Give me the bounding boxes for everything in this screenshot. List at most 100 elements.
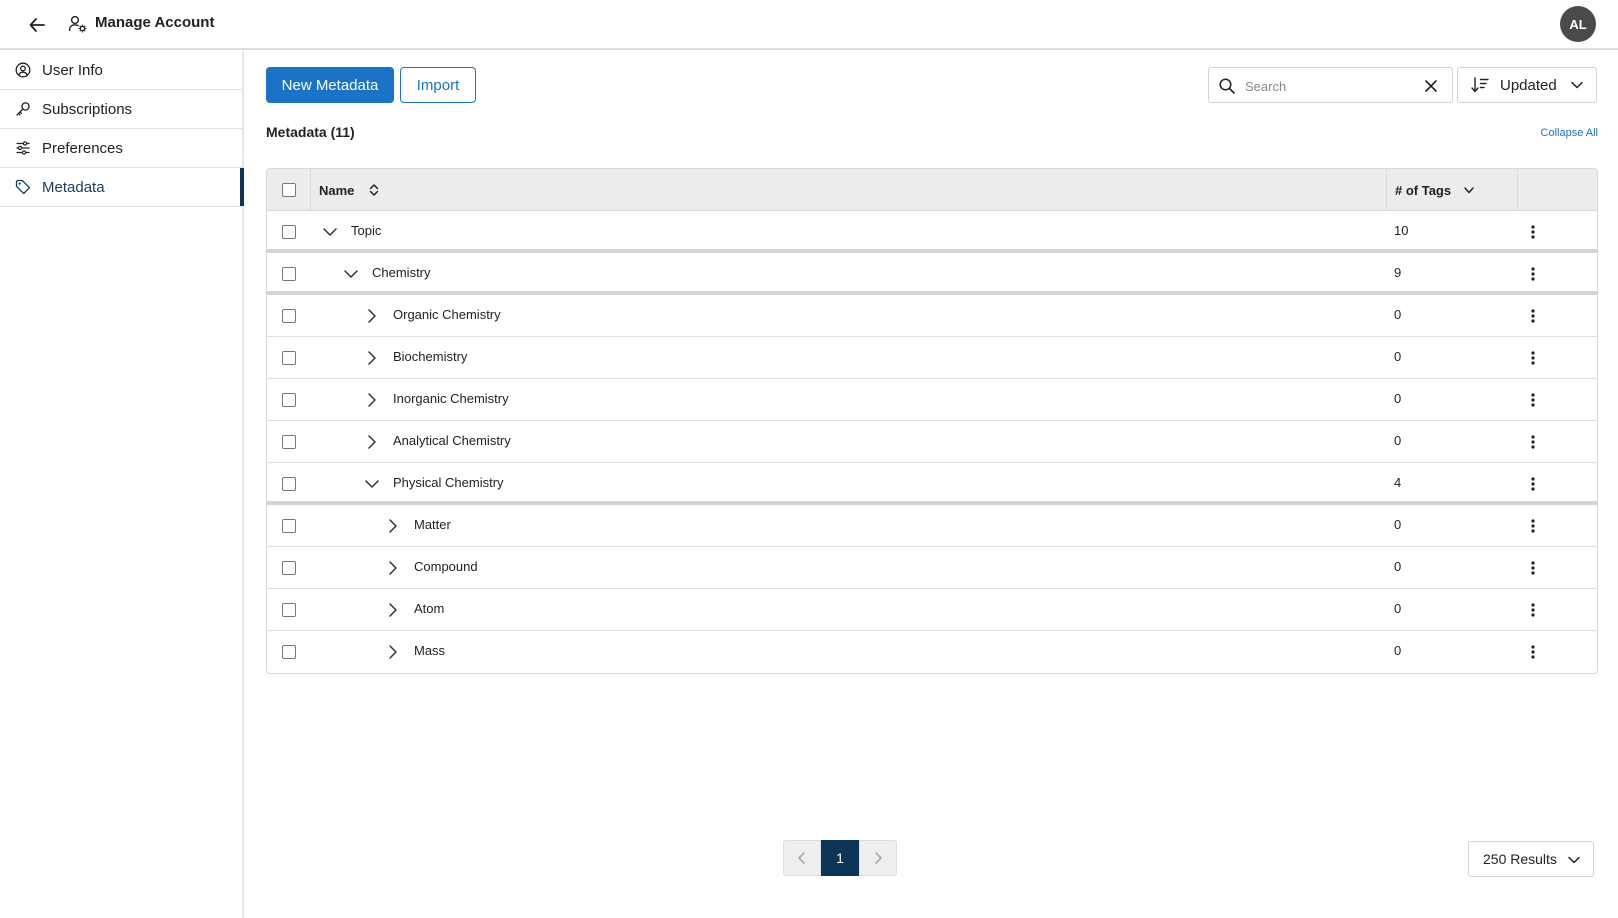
row-expand-toggle[interactable] (363, 307, 381, 325)
arrow-left-icon (29, 18, 45, 32)
row-more-button[interactable] (1523, 599, 1543, 621)
row-checkbox[interactable] (282, 435, 296, 449)
row-checkbox[interactable] (282, 225, 296, 239)
row-checkbox[interactable] (282, 477, 296, 491)
table-row[interactable]: Compound 0 (267, 547, 1597, 589)
row-tag-count: 0 (1394, 601, 1402, 616)
sort-toggle-icon[interactable] (368, 183, 380, 197)
user-gear-icon (68, 15, 87, 33)
more-vertical-icon (1531, 435, 1535, 449)
row-checkbox[interactable] (282, 393, 296, 407)
row-checkbox[interactable] (282, 351, 296, 365)
row-more-button[interactable] (1523, 263, 1543, 285)
table-header: Name # of Tags (267, 169, 1597, 211)
more-vertical-icon (1531, 267, 1535, 281)
back-button[interactable] (24, 12, 50, 38)
row-more-button[interactable] (1523, 389, 1543, 411)
table-row[interactable]: Atom 0 (267, 589, 1597, 631)
row-tag-count: 0 (1394, 391, 1402, 406)
table-body: Topic 10 Chemistry 9 Organic Chemistry 0 Bioch… (267, 211, 1597, 673)
more-vertical-icon (1531, 225, 1535, 239)
sidebar-item-metadata[interactable]: Metadata (0, 168, 244, 207)
row-name: Chemistry (372, 265, 431, 280)
next-page-button[interactable] (859, 840, 897, 876)
current-page-button[interactable]: 1 (821, 840, 859, 876)
sidebar-item-preferences[interactable]: Preferences (0, 129, 242, 168)
row-checkbox[interactable] (282, 561, 296, 575)
table-row[interactable]: Mass 0 (267, 631, 1597, 673)
list-title: Metadata (11) (266, 124, 355, 140)
new-metadata-button[interactable]: New Metadata (266, 67, 394, 103)
row-expand-toggle[interactable] (342, 265, 360, 283)
row-checkbox[interactable] (282, 645, 296, 659)
key-icon (16, 102, 30, 116)
avatar[interactable]: AL (1560, 6, 1596, 42)
chevron-down-icon (323, 228, 337, 236)
table-row[interactable]: Matter 0 (267, 505, 1597, 547)
metadata-table: Name # of Tags Topic 10 Chemistry 9 Organic … (266, 168, 1598, 674)
table-row[interactable]: Topic 10 (267, 211, 1597, 253)
row-more-button[interactable] (1523, 431, 1543, 453)
row-more-button[interactable] (1523, 305, 1543, 327)
search-input[interactable] (1245, 74, 1415, 98)
row-tag-count: 9 (1394, 265, 1402, 280)
row-tag-count: 0 (1394, 559, 1402, 574)
main-content: New Metadata Import Updated Metadata (11… (246, 51, 1618, 918)
row-expand-toggle[interactable] (363, 349, 381, 367)
row-more-button[interactable] (1523, 347, 1543, 369)
more-vertical-icon (1531, 477, 1535, 491)
table-row[interactable]: Physical Chemistry 4 (267, 463, 1597, 505)
table-row[interactable]: Biochemistry 0 (267, 337, 1597, 379)
row-expand-toggle[interactable] (384, 601, 402, 619)
select-all-checkbox[interactable] (282, 183, 296, 197)
row-expand-toggle[interactable] (321, 223, 339, 241)
import-button[interactable]: Import (400, 67, 476, 103)
row-expand-toggle[interactable] (384, 643, 402, 661)
header-name-label: Name (319, 182, 355, 198)
header-tags[interactable]: # of Tags (1387, 169, 1518, 211)
collapse-all-link[interactable]: Collapse All (1541, 127, 1598, 139)
sidebar-item-label: User Info (42, 61, 103, 79)
sidebar-item-label: Metadata (42, 178, 105, 196)
more-vertical-icon (1531, 603, 1535, 617)
row-checkbox[interactable] (282, 267, 296, 281)
row-expand-toggle[interactable] (384, 559, 402, 577)
table-row[interactable]: Organic Chemistry 0 (267, 295, 1597, 337)
row-expand-toggle[interactable] (363, 475, 381, 493)
sidebar-item-label: Preferences (42, 139, 123, 157)
chevron-right-icon (368, 309, 376, 323)
chevron-down-icon (1571, 81, 1583, 89)
close-icon (1425, 80, 1437, 92)
caret-down-icon[interactable] (1463, 185, 1475, 195)
row-more-button[interactable] (1523, 641, 1543, 663)
row-expand-toggle[interactable] (363, 433, 381, 451)
sidebar-item-user-info[interactable]: User Info (0, 51, 242, 90)
chevron-right-icon (875, 852, 882, 864)
previous-page-button[interactable] (783, 840, 821, 876)
row-more-button[interactable] (1523, 515, 1543, 537)
clear-search-button[interactable] (1421, 76, 1441, 96)
row-more-button[interactable] (1523, 221, 1543, 243)
chevron-right-icon (389, 603, 397, 617)
results-per-page-dropdown[interactable]: 250 Results (1468, 841, 1594, 877)
row-more-button[interactable] (1523, 557, 1543, 579)
sidebar-item-subscriptions[interactable]: Subscriptions (0, 90, 242, 129)
row-checkbox[interactable] (282, 309, 296, 323)
sidebar: User Info Subscriptions Preferences Meta… (0, 51, 244, 918)
page-title: Manage Account (95, 14, 215, 31)
row-tag-count: 0 (1394, 349, 1402, 364)
table-row[interactable]: Chemistry 9 (267, 253, 1597, 295)
row-name: Inorganic Chemistry (393, 391, 509, 406)
row-expand-toggle[interactable] (384, 517, 402, 535)
header-name[interactable]: Name (311, 169, 1387, 211)
row-name: Atom (414, 601, 445, 616)
chevron-down-icon (1568, 856, 1580, 864)
row-checkbox[interactable] (282, 519, 296, 533)
table-row[interactable]: Inorganic Chemistry 0 (267, 379, 1597, 421)
row-expand-toggle[interactable] (363, 391, 381, 409)
row-checkbox[interactable] (282, 603, 296, 617)
sort-dropdown[interactable]: Updated (1457, 67, 1597, 103)
pagination: 1 (783, 840, 897, 876)
table-row[interactable]: Analytical Chemistry 0 (267, 421, 1597, 463)
row-more-button[interactable] (1523, 473, 1543, 495)
